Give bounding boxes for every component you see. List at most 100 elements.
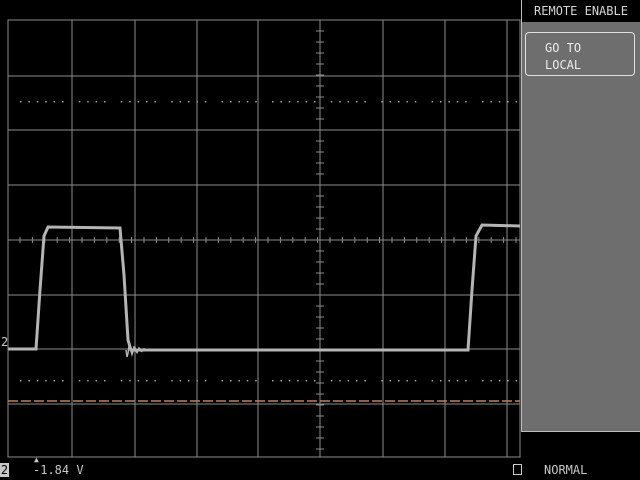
reference-dot bbox=[330, 101, 333, 103]
reference-dot bbox=[171, 380, 173, 382]
reference-dot bbox=[389, 380, 392, 382]
reference-dot bbox=[238, 101, 240, 103]
reference-dot bbox=[498, 101, 501, 103]
reference-dot bbox=[221, 101, 224, 103]
reference-dot bbox=[280, 380, 282, 382]
reference-dot bbox=[356, 380, 358, 382]
reference-dot bbox=[78, 380, 81, 382]
reference-dot bbox=[507, 101, 509, 103]
reference-dot bbox=[314, 380, 316, 382]
reference-dot bbox=[20, 380, 22, 382]
waveform-trace-channel-2 bbox=[8, 223, 521, 352]
reference-dot bbox=[356, 101, 358, 103]
trigger-mode-readout: NORMAL bbox=[544, 463, 588, 477]
reference-dot bbox=[87, 101, 89, 103]
reference-dot bbox=[129, 101, 131, 103]
reference-dot bbox=[297, 380, 299, 382]
reference-dot bbox=[188, 101, 190, 103]
reference-dot bbox=[288, 380, 291, 382]
reference-dot bbox=[288, 101, 291, 103]
go-to-local-button[interactable]: GO TO LOCAL bbox=[525, 32, 635, 76]
reference-dot bbox=[154, 101, 156, 103]
reference-dot bbox=[272, 101, 274, 103]
reference-dot bbox=[179, 380, 182, 382]
reference-dot bbox=[53, 101, 56, 103]
reference-dot bbox=[62, 380, 64, 382]
reference-dot bbox=[339, 380, 341, 382]
reference-dot bbox=[95, 101, 98, 103]
reference-dot bbox=[389, 101, 392, 103]
reference-dot bbox=[482, 380, 484, 382]
reference-dot bbox=[129, 380, 131, 382]
reference-dot bbox=[406, 380, 408, 382]
reference-dot bbox=[196, 380, 198, 382]
reference-dot bbox=[272, 380, 274, 382]
reference-dot bbox=[507, 380, 509, 382]
reference-dot bbox=[28, 101, 30, 103]
reference-dot bbox=[431, 380, 434, 382]
reference-dot bbox=[221, 380, 224, 382]
reference-dot bbox=[188, 380, 190, 382]
reference-dot bbox=[196, 101, 198, 103]
reference-dot bbox=[137, 101, 140, 103]
reference-dot bbox=[381, 101, 383, 103]
reference-dot bbox=[204, 380, 207, 382]
reference-dot bbox=[414, 380, 417, 382]
reference-dot bbox=[255, 101, 257, 103]
reference-dot bbox=[490, 101, 492, 103]
reference-dot bbox=[456, 101, 459, 103]
reference-dot bbox=[498, 380, 501, 382]
reference-dot bbox=[45, 101, 47, 103]
reference-dot bbox=[381, 380, 383, 382]
reference-dot bbox=[482, 101, 484, 103]
reference-dot bbox=[398, 101, 400, 103]
reference-dot bbox=[448, 380, 450, 382]
reference-dot bbox=[414, 101, 417, 103]
reference-dot bbox=[120, 101, 123, 103]
reference-dot bbox=[280, 101, 282, 103]
reference-dot bbox=[314, 101, 316, 103]
reference-dot bbox=[305, 101, 308, 103]
reference-dot bbox=[45, 380, 47, 382]
reference-dot bbox=[456, 380, 459, 382]
reference-dot bbox=[246, 380, 249, 382]
reference-dot bbox=[53, 380, 56, 382]
reference-dot bbox=[440, 380, 442, 382]
menu-title: REMOTE ENABLE bbox=[522, 0, 640, 22]
reference-dot bbox=[120, 380, 123, 382]
reference-dot bbox=[398, 380, 400, 382]
reference-dot bbox=[28, 380, 30, 382]
reference-dot bbox=[137, 380, 140, 382]
channel-indicator: 2 bbox=[0, 463, 9, 477]
reference-dot bbox=[515, 380, 518, 382]
reference-dot bbox=[20, 101, 22, 103]
trigger-level-readout: -1.84 V bbox=[33, 463, 84, 477]
reference-dot bbox=[448, 101, 450, 103]
softkey-label-line-1: GO TO bbox=[545, 41, 582, 55]
reference-dot bbox=[515, 101, 518, 103]
reference-dot bbox=[78, 101, 81, 103]
reference-dot bbox=[104, 380, 106, 382]
reference-dot bbox=[95, 380, 98, 382]
reference-dot bbox=[154, 380, 156, 382]
reference-dot bbox=[204, 101, 207, 103]
reference-dot bbox=[364, 101, 366, 103]
reference-dot bbox=[238, 380, 240, 382]
reference-dot bbox=[364, 380, 366, 382]
reference-dot bbox=[490, 380, 492, 382]
reference-dot bbox=[440, 101, 442, 103]
reference-dot bbox=[297, 101, 299, 103]
reference-dot bbox=[255, 380, 257, 382]
channel-ground-marker: 2 bbox=[1, 335, 8, 349]
softkey-menu-panel: REMOTE ENABLE GO TO LOCAL bbox=[521, 0, 640, 432]
reference-dot bbox=[146, 380, 148, 382]
reference-dot bbox=[330, 380, 333, 382]
reference-dot bbox=[104, 101, 106, 103]
reference-dot bbox=[179, 101, 182, 103]
graticule-border bbox=[7, 19, 521, 458]
graticule bbox=[7, 19, 521, 458]
reference-dot bbox=[406, 101, 408, 103]
reference-dot bbox=[36, 380, 39, 382]
reference-dot bbox=[347, 101, 350, 103]
reference-dot bbox=[87, 380, 89, 382]
